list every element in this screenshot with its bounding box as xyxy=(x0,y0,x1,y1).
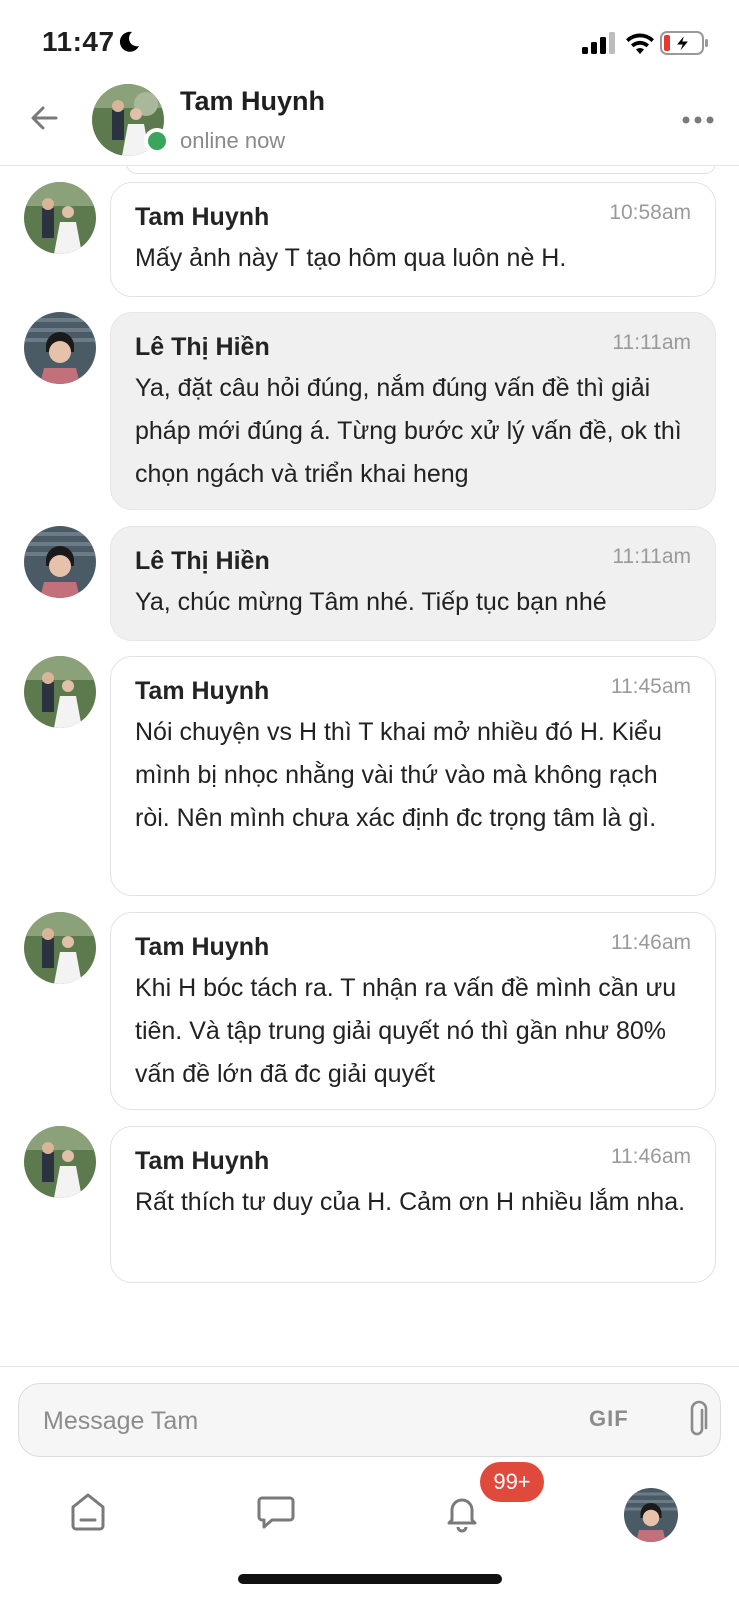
chat-header: Tam Huynh online now xyxy=(0,80,739,166)
moon-icon xyxy=(119,31,139,52)
contact-status: online now xyxy=(180,128,286,153)
notification-badge: 99+ xyxy=(480,1462,544,1502)
message-sender: Lê Thị Hiền xyxy=(135,333,270,361)
message-bubble[interactable]: Tam Huynh 11:45am Nói chuyện vs H thì T … xyxy=(110,656,716,896)
message-text: Khi H bóc tách ra. T nhận ra vấn đề mình… xyxy=(135,974,677,1088)
more-options-icon[interactable] xyxy=(680,110,716,130)
message-time: 11:46am xyxy=(610,931,691,954)
sender-avatar[interactable] xyxy=(24,312,96,384)
home-indicator[interactable] xyxy=(238,1574,502,1584)
previous-message-bubble xyxy=(126,166,716,174)
sender-avatar[interactable] xyxy=(24,912,96,984)
home-icon[interactable] xyxy=(66,1490,110,1534)
message-list[interactable]: Tam Huynh 10:58am Mấy ảnh này T tạo hôm … xyxy=(0,166,739,1366)
battery-charging-icon xyxy=(660,31,708,55)
status-bar: 11:47 xyxy=(0,0,739,80)
online-status-dot xyxy=(144,128,170,154)
message-time: 11:11am xyxy=(612,331,691,354)
sender-avatar[interactable] xyxy=(24,526,96,598)
chat-icon[interactable] xyxy=(254,1490,298,1534)
message-sender: Tam Huynh xyxy=(135,933,270,961)
message-time: 11:46am xyxy=(610,1145,691,1168)
message-sender: Tam Huynh xyxy=(135,1147,270,1175)
contact-name[interactable]: Tam Huynh xyxy=(180,86,325,117)
bottom-navigation: 99+ xyxy=(0,1462,739,1550)
sender-avatar[interactable] xyxy=(24,182,96,254)
message-text: Ya, chúc mừng Tâm nhé. Tiếp tục bạn nhé xyxy=(135,588,607,616)
message-bubble[interactable]: Tam Huynh 11:46am Khi H bóc tách ra. T n… xyxy=(110,912,716,1110)
signal-icon xyxy=(582,32,615,54)
notification-bell-icon[interactable] xyxy=(440,1490,484,1534)
message-sender: Tam Huynh xyxy=(135,677,270,705)
status-time: 11:47 xyxy=(42,26,115,57)
message-text: Rất thích tư duy của H. Cảm ơn H nhiều l… xyxy=(135,1188,686,1216)
message-time: 11:45am xyxy=(610,675,691,698)
paperclip-icon[interactable] xyxy=(683,1400,713,1440)
message-sender: Lê Thị Hiền xyxy=(135,547,270,575)
wifi-icon xyxy=(626,33,654,54)
back-arrow-icon[interactable] xyxy=(26,100,62,136)
sender-avatar[interactable] xyxy=(24,656,96,728)
sender-avatar[interactable] xyxy=(24,1126,96,1198)
message-text: Mấy ảnh này T tạo hôm qua luôn nè H. xyxy=(135,244,567,272)
message-bubble[interactable]: Tam Huynh 10:58am Mấy ảnh này T tạo hôm … xyxy=(110,182,716,297)
message-text: Ya, đặt câu hỏi đúng, nắm đúng vấn đề th… xyxy=(135,374,682,488)
gif-button[interactable]: GIF xyxy=(589,1406,629,1432)
profile-avatar[interactable] xyxy=(624,1488,678,1542)
message-time: 11:11am xyxy=(612,545,691,568)
message-bubble[interactable]: Lê Thị Hiền 11:11am Ya, đặt câu hỏi đúng… xyxy=(110,312,716,510)
message-time: 10:58am xyxy=(609,201,691,224)
message-composer: GIF xyxy=(18,1383,721,1457)
message-bubble[interactable]: Tam Huynh 11:46am Rất thích tư duy của H… xyxy=(110,1126,716,1283)
message-input[interactable] xyxy=(43,1402,543,1440)
composer-bar: GIF xyxy=(0,1366,739,1460)
message-text: Nói chuyện vs H thì T khai mở nhiều đó H… xyxy=(135,718,662,832)
message-bubble[interactable]: Lê Thị Hiền 11:11am Ya, chúc mừng Tâm nh… xyxy=(110,526,716,641)
